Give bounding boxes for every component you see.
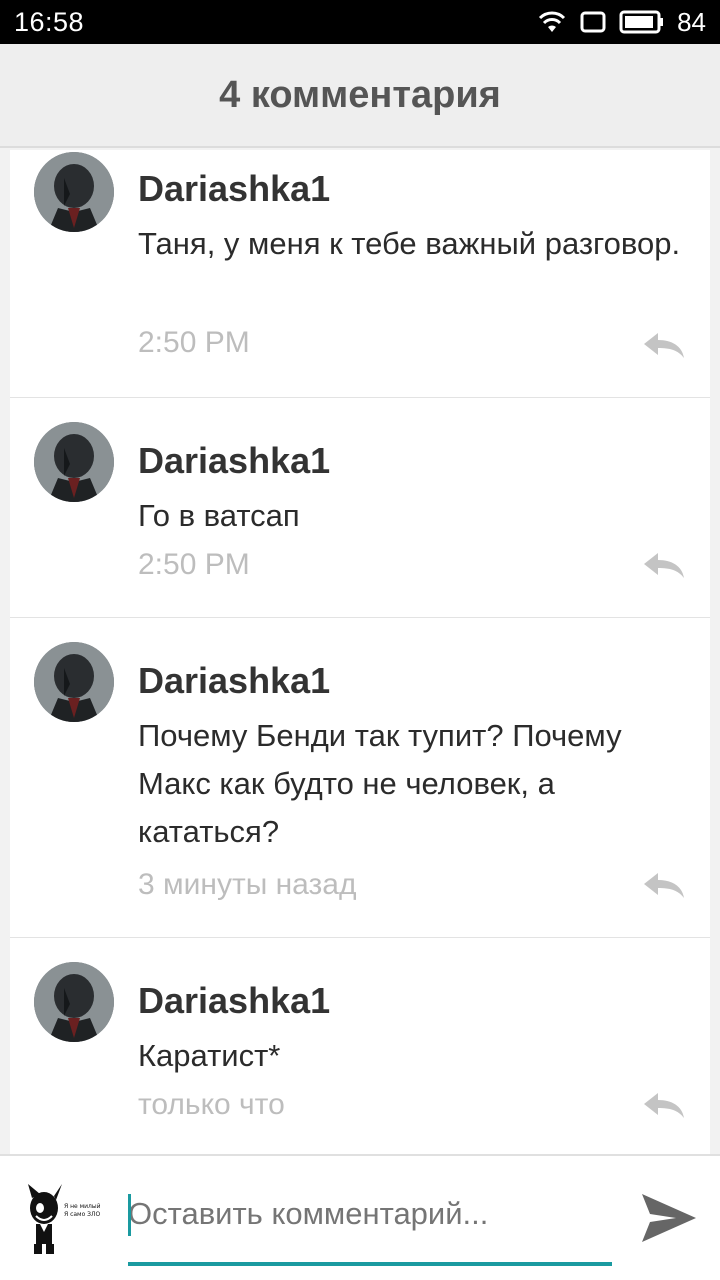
input-underline (128, 1262, 612, 1266)
comment-composer: Я не милый Я само ЗЛО (0, 1154, 720, 1280)
user-avatar[interactable]: Я не милый Я само ЗЛО (22, 1178, 104, 1260)
avatar-caption-line1: Я не милый (64, 1203, 101, 1210)
avatar[interactable] (34, 642, 114, 722)
comment-time: 2:50 PM (138, 326, 250, 359)
comment-item: Dariashka1 Каратист* только что (10, 938, 710, 1154)
reply-icon[interactable] (642, 1090, 686, 1120)
comment-time: 3 минуты назад (138, 868, 357, 901)
send-icon[interactable] (640, 1190, 698, 1246)
avatar-caption-line2: Я само ЗЛО (64, 1211, 101, 1218)
battery-icon (619, 10, 664, 34)
comment-time: только что (138, 1088, 285, 1121)
comment-author[interactable]: Dariashka1 (138, 440, 330, 482)
comment-author[interactable]: Dariashka1 (138, 980, 330, 1022)
comment-item: Dariashka1 Го в ватсап 2:50 PM (10, 398, 710, 618)
battery-level: 84 (677, 6, 706, 37)
text-cursor (128, 1194, 131, 1236)
comment-input[interactable] (128, 1190, 612, 1238)
avatar[interactable] (34, 962, 114, 1042)
comment-item: Dariashka1 Почему Бенди так тупит? Почем… (10, 618, 710, 938)
comment-time: 2:50 PM (138, 548, 250, 581)
comment-text: Каратист* (138, 1038, 281, 1073)
comments-list[interactable]: Dariashka1 Таня, у меня к тебе важный ра… (10, 150, 710, 1154)
reply-icon[interactable] (642, 550, 686, 580)
comment-author[interactable]: Dariashka1 (138, 168, 330, 210)
status-bar: 16:58 84 (0, 0, 720, 44)
reply-icon[interactable] (642, 870, 686, 900)
reply-icon[interactable] (642, 330, 686, 360)
comment-author[interactable]: Dariashka1 (138, 660, 330, 702)
status-icons: 84 (537, 7, 706, 38)
comment-item: Dariashka1 Таня, у меня к тебе важный ра… (10, 150, 710, 398)
avatar[interactable] (34, 152, 114, 232)
page-title: 4 комментария (219, 73, 501, 116)
status-time: 16:58 (14, 6, 85, 37)
avatar[interactable] (34, 422, 114, 502)
comment-text: Таня, у меня к тебе важный разговор. (138, 226, 681, 261)
comment-text: Го в ватсап (138, 498, 300, 533)
comment-text: Почему Бенди так тупит? Почему Макс как … (138, 718, 622, 849)
screen-icon (580, 11, 606, 33)
comments-header: 4 комментария (0, 44, 720, 148)
wifi-icon (539, 11, 566, 32)
